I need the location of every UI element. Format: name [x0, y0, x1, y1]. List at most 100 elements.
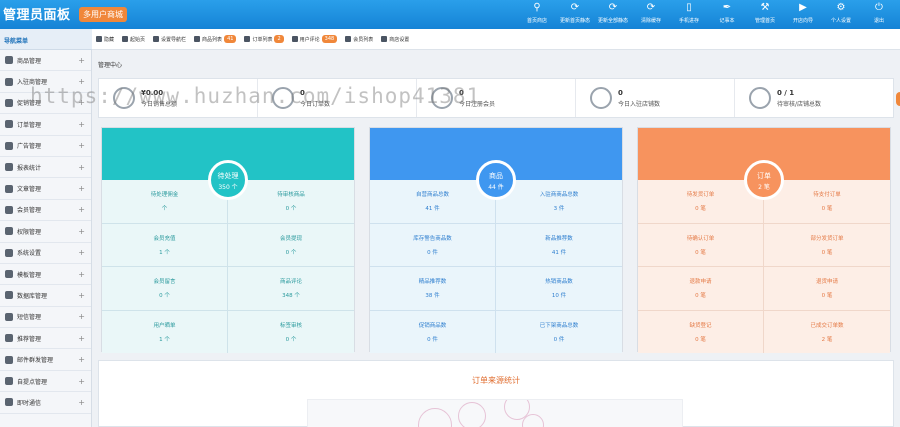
- sidebar-item-system[interactable]: 系统设置 +: [0, 243, 91, 264]
- power-icon: ⏻: [875, 2, 883, 13]
- order-source-chart: [307, 399, 683, 427]
- toolbar-hide[interactable]: 隐藏: [96, 36, 114, 43]
- pickup-icon: [5, 377, 13, 386]
- sidebar-item-database[interactable]: 数据库管理 +: [0, 285, 91, 307]
- card-cell[interactable]: 新品推荐数 41 件: [496, 224, 622, 267]
- plus-icon: +: [78, 226, 85, 236]
- top-action-notepad[interactable]: ✒ 记事本: [708, 2, 746, 24]
- users-icon: [590, 87, 612, 109]
- card-cell[interactable]: 会员留言 0 个: [102, 267, 228, 311]
- card-cell[interactable]: 部分发货订单 0 笔: [764, 224, 890, 267]
- sidebar-item-members[interactable]: 会员管理 +: [0, 200, 91, 222]
- top-action-store[interactable]: ⚲ 首页商店: [518, 2, 556, 24]
- side-float-tab[interactable]: [896, 92, 900, 106]
- vip-icon: [5, 205, 13, 214]
- plus-icon: +: [78, 376, 85, 386]
- card-cell[interactable]: 标签审核 0 个: [228, 311, 354, 354]
- search-icon: ⚲: [533, 2, 541, 13]
- card-cell[interactable]: 已成交订单数 2 笔: [764, 311, 890, 354]
- sidebar-item-im[interactable]: 即时通信 +: [0, 392, 91, 414]
- top-bar: 管理员面板 多用户商城 ⚲ 首页商店 ⟳ 更新首页静态 ⟳ 更新全部静态 ⟳ 清除缓存 …: [0, 0, 900, 29]
- top-action-logout[interactable]: ⏻ 退出: [860, 2, 898, 24]
- sidebar-item-mail[interactable]: 邮件群发管理 +: [0, 349, 91, 371]
- template-icon: [5, 270, 13, 279]
- refresh-icon: ⟳: [570, 2, 580, 13]
- list-icon: [244, 36, 251, 42]
- gear-icon: [5, 248, 13, 257]
- card-grid: 自营商品总数 41 件 入驻商商品总数 3 件 库存警告商品数 0 件 新品推荐数 41…: [370, 180, 622, 353]
- top-action-update-all[interactable]: ⟳ 更新全部静态: [594, 2, 632, 24]
- plus-icon: +: [78, 119, 85, 129]
- plus-icon: +: [78, 290, 85, 300]
- card-cell[interactable]: 退款申请 0 笔: [638, 267, 764, 311]
- top-actions: ⚲ 首页商店 ⟳ 更新首页静态 ⟳ 更新全部静态 ⟳ 清除缓存 ▯ 手机进存 ✒ 记事本 ⚒…: [518, 2, 898, 24]
- toolbar-start-page[interactable]: 起始页: [122, 36, 145, 43]
- home-icon: [122, 36, 129, 42]
- plus-icon: +: [78, 55, 85, 65]
- plus-icon: +: [78, 205, 85, 215]
- sidebar-item-goods[interactable]: 商品管理 +: [0, 50, 91, 72]
- refresh-icon: ⟳: [608, 2, 618, 13]
- card-circle[interactable]: 订单 2 笔: [744, 160, 784, 200]
- mail-icon: [5, 355, 13, 364]
- plus-icon: +: [78, 184, 85, 194]
- chart-icon: [5, 163, 13, 172]
- card-grid: 待处理佣金个 待审核商品 0 个 会员充值 1 个 会员提现 0 个 会员留言 0 个 …: [102, 180, 354, 353]
- count-badge: 2: [274, 35, 284, 43]
- box-icon: [5, 56, 13, 65]
- decorative-ring: [418, 408, 452, 427]
- sidebar-item-pickup[interactable]: 自提点管理 +: [0, 371, 91, 393]
- toolbar-members[interactable]: 会员列表: [345, 36, 373, 43]
- top-action-settings[interactable]: ⚙ 个人设置: [822, 2, 860, 24]
- card-cell[interactable]: 已下架商品总数 0 件: [496, 311, 622, 354]
- card-cell[interactable]: 会员充值 1 个: [102, 223, 228, 267]
- plus-icon: +: [78, 248, 85, 258]
- database-icon: [5, 291, 13, 300]
- card-cell[interactable]: 用户晒单 1 个: [102, 310, 228, 353]
- sidebar-item-sms[interactable]: 短信管理 +: [0, 307, 91, 329]
- toolbar-nav-settings[interactable]: 设置导航栏: [153, 36, 186, 43]
- card-circle[interactable]: 待处理 350 个: [208, 160, 248, 200]
- sidebar-item-permissions[interactable]: 权限管理 +: [0, 221, 91, 243]
- refresh-icon: ⟳: [646, 2, 656, 13]
- card-cell[interactable]: 待确认订单 0 笔: [638, 223, 764, 267]
- ad-icon: [5, 141, 13, 150]
- top-action-wizard[interactable]: ▶ 开店向导: [784, 2, 822, 24]
- toolbar-store-settings[interactable]: 商店设置: [381, 36, 409, 43]
- top-action-update-home[interactable]: ⟳ 更新首页静态: [556, 2, 594, 24]
- sidebar-item-ads[interactable]: 广告管理 +: [0, 136, 91, 157]
- sidebar-item-articles[interactable]: 文章管理 +: [0, 178, 91, 200]
- card-cell[interactable]: 退货申请 0 笔: [764, 267, 890, 311]
- store-icon: [749, 87, 771, 109]
- gear-icon: ⚙: [836, 2, 846, 13]
- note-icon: ✒: [722, 2, 732, 13]
- card-cell[interactable]: 促销商品数 0 件: [370, 310, 496, 353]
- card-cell[interactable]: 库存警告商品数 0 件: [370, 223, 496, 267]
- brand-badge: 多用户商城: [79, 7, 127, 22]
- toolbar-comments[interactable]: 用户评论 348: [291, 35, 338, 43]
- sidebar-item-recommend[interactable]: 推荐管理 +: [0, 328, 91, 350]
- top-action-clear-cache[interactable]: ⟳ 清除缓存: [632, 2, 670, 24]
- stat-new-stores: 0 今日入驻店铺数: [576, 79, 735, 117]
- toolbar-goods-list[interactable]: 商品列表 41: [194, 35, 237, 43]
- sidebar-item-orders[interactable]: 订单管理 +: [0, 114, 91, 136]
- card-cell[interactable]: 会员提现 0 个: [228, 224, 354, 267]
- top-action-mobile[interactable]: ▯ 手机进存: [670, 2, 708, 24]
- breadcrumb: 管理中心: [98, 62, 123, 69]
- card-goods: 商品 44 件 自营商品总数 41 件 入驻商商品总数 3 件 库存警告商品数 0 件 …: [369, 127, 623, 353]
- plus-icon: +: [78, 312, 85, 322]
- card-circle[interactable]: 商品 44 件: [476, 160, 516, 200]
- order-icon: [5, 120, 13, 129]
- top-action-admin-home[interactable]: ⚒ 管理首页: [746, 2, 784, 24]
- card-cell[interactable]: 热销商品数 10 件: [496, 267, 622, 311]
- card-cell[interactable]: 精品推荐数 38 件: [370, 267, 496, 311]
- plus-icon: +: [78, 269, 85, 279]
- section-title: 订单来源统计: [472, 376, 520, 385]
- card-cell[interactable]: 商品评论 348 个: [228, 267, 354, 311]
- sidebar-item-templates[interactable]: 模板管理 +: [0, 264, 91, 286]
- stat-stores-pending: 0 / 1 待审核/店铺总数: [735, 79, 893, 117]
- toolbar-order-list[interactable]: 订单列表 2: [244, 35, 284, 43]
- card-cell[interactable]: 缺货登记 0 笔: [638, 310, 764, 353]
- sidebar-item-reports[interactable]: 报表统计 +: [0, 157, 91, 179]
- brand-title: 管理员面板: [3, 8, 71, 23]
